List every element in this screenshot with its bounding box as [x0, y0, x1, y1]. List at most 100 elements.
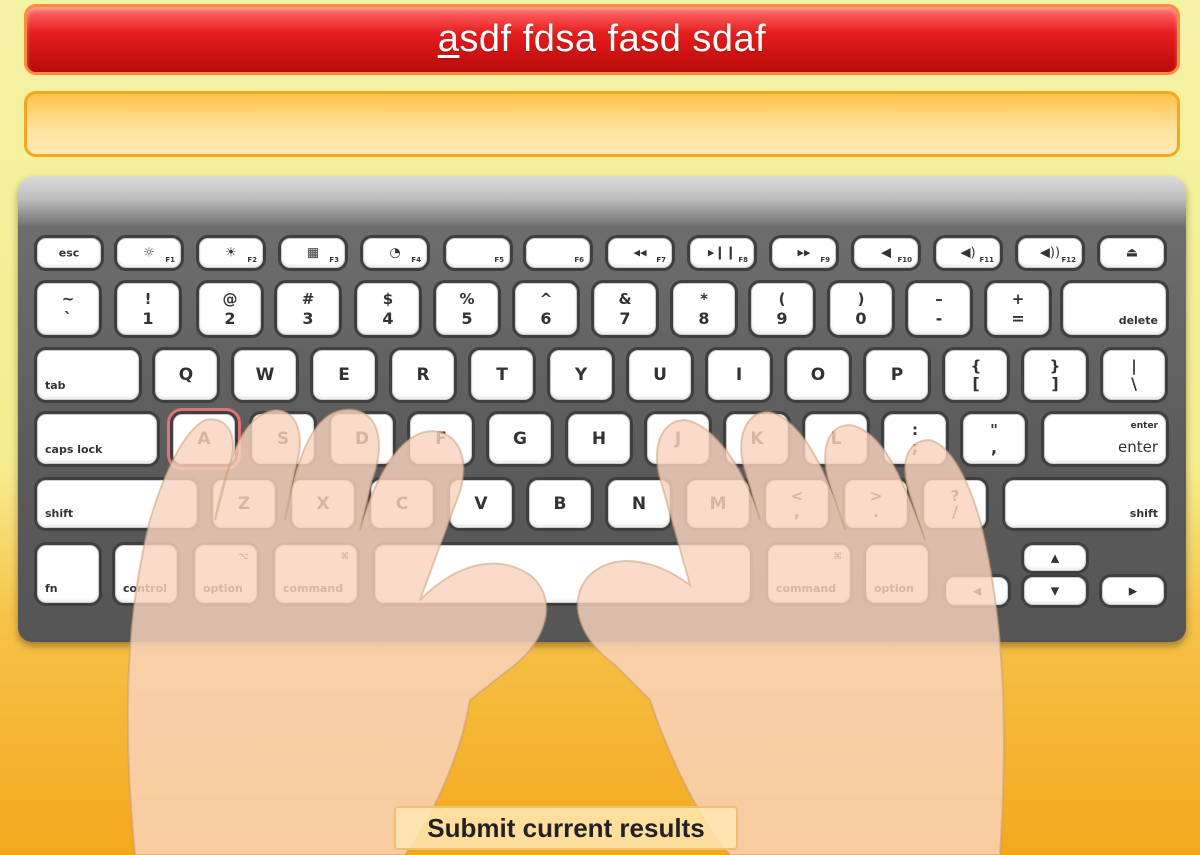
- key-b[interactable]: B: [529, 480, 591, 528]
- key-y[interactable]: Y: [550, 350, 612, 400]
- arrow-icon: ▲: [1050, 551, 1060, 565]
- key-symbol[interactable]: ! 1: [117, 283, 179, 335]
- key-symbol[interactable]: :;: [884, 414, 946, 464]
- key-▶[interactable]: ▶: [1102, 577, 1164, 605]
- key-symbol[interactable]: – -: [908, 283, 970, 335]
- key-f2[interactable]: ☀ F2: [199, 238, 263, 268]
- key-f5[interactable]: F5: [446, 238, 510, 268]
- key-label: 7: [619, 309, 631, 328]
- key-▲[interactable]: ▲: [1024, 545, 1086, 571]
- key-n[interactable]: N: [608, 480, 670, 528]
- key-label: 6: [540, 309, 552, 328]
- key-x[interactable]: X: [292, 480, 354, 528]
- key-label: [: [972, 374, 980, 393]
- key-u[interactable]: U: [629, 350, 691, 400]
- key-control[interactable]: control: [115, 545, 177, 603]
- key-symbol[interactable]: <,: [766, 480, 828, 528]
- key-symbol[interactable]: % 5: [436, 283, 498, 335]
- key-f12[interactable]: ◀)) F12: [1018, 238, 1082, 268]
- key-▼[interactable]: ▼: [1024, 577, 1086, 605]
- key-symbol[interactable]: >.: [845, 480, 907, 528]
- key-label: ]: [1051, 374, 1059, 393]
- key-a[interactable]: A: [173, 414, 235, 464]
- key-command[interactable]: ⌘ command: [275, 545, 357, 603]
- key-label: .: [872, 502, 880, 521]
- key-symbol[interactable]: & 7: [594, 283, 656, 335]
- fn-number-label: F12: [1061, 256, 1076, 264]
- key-c[interactable]: C: [371, 480, 433, 528]
- key-label: S: [276, 429, 290, 449]
- key-h[interactable]: H: [568, 414, 630, 464]
- key-o[interactable]: O: [787, 350, 849, 400]
- key-t[interactable]: T: [471, 350, 533, 400]
- key-delete[interactable]: delete: [1063, 283, 1166, 335]
- key-enter[interactable]: enter enter: [1044, 414, 1166, 464]
- key-f4[interactable]: ◔ F4: [363, 238, 427, 268]
- key-symbol[interactable]: #3: [277, 283, 339, 335]
- key-symbol[interactable]: * 8: [673, 283, 735, 335]
- key-label: fn: [45, 582, 58, 595]
- space-bar[interactable]: [375, 545, 750, 603]
- key-shift-label: $: [382, 290, 394, 308]
- key-l[interactable]: L: [805, 414, 867, 464]
- key-symbol[interactable]: {[: [945, 350, 1007, 400]
- key-q[interactable]: Q: [155, 350, 217, 400]
- key-symbol[interactable]: ~ `: [37, 283, 99, 335]
- key-symbol[interactable]: (9: [751, 283, 813, 335]
- key-tab[interactable]: tab: [37, 350, 139, 400]
- key-esc[interactable]: esc: [37, 238, 101, 268]
- key-symbol[interactable]: ? /: [924, 480, 986, 528]
- key-w[interactable]: W: [234, 350, 296, 400]
- key-symbol[interactable]: @2: [199, 283, 261, 335]
- key-shift[interactable]: shift: [1005, 480, 1166, 528]
- key-p[interactable]: P: [866, 350, 928, 400]
- key-v[interactable]: V: [450, 480, 512, 528]
- key-option[interactable]: ⌥ option: [195, 545, 257, 603]
- key-e[interactable]: E: [313, 350, 375, 400]
- key-m[interactable]: M: [687, 480, 749, 528]
- key-shift[interactable]: shift: [37, 480, 197, 528]
- key-label: D: [354, 429, 370, 449]
- key-r[interactable]: R: [392, 350, 454, 400]
- key-j[interactable]: J: [647, 414, 709, 464]
- key-label: P: [890, 365, 904, 385]
- key-f8[interactable]: ▸❙❙ F8: [690, 238, 754, 268]
- fn-number-label: F5: [494, 256, 504, 264]
- key-◀[interactable]: ◀: [946, 577, 1008, 605]
- key-label: `: [64, 309, 72, 328]
- modifier-glyph-icon: ⌘: [340, 552, 349, 562]
- key-symbol[interactable]: | \: [1103, 350, 1165, 400]
- key-f[interactable]: F: [410, 414, 472, 464]
- typing-input-field[interactable]: [24, 91, 1180, 157]
- submit-results-button[interactable]: Submit current results: [394, 806, 738, 850]
- key-f6[interactable]: F6: [526, 238, 590, 268]
- key-f3[interactable]: ▦ F3: [281, 238, 345, 268]
- key-symbol[interactable]: + =: [987, 283, 1049, 335]
- key-f1[interactable]: ☼ F1: [117, 238, 181, 268]
- key-label: B: [553, 494, 567, 514]
- key-option[interactable]: option: [866, 545, 928, 603]
- fn-number-label: F2: [247, 256, 257, 264]
- key-symbol[interactable]: ",: [963, 414, 1025, 464]
- key-shift-label: ^: [539, 290, 553, 308]
- key-i[interactable]: I: [708, 350, 770, 400]
- key-label: tab: [45, 379, 66, 392]
- key-f10[interactable]: ◀ F10: [854, 238, 918, 268]
- key-f11[interactable]: ◀) F11: [936, 238, 1000, 268]
- key-label: =: [1011, 309, 1025, 328]
- key-f7[interactable]: ◂◂ F7: [608, 238, 672, 268]
- key-z[interactable]: Z: [213, 480, 275, 528]
- key-command[interactable]: ⌘ command: [768, 545, 850, 603]
- key-symbol[interactable]: }]: [1024, 350, 1086, 400]
- key-d[interactable]: D: [331, 414, 393, 464]
- key-eject[interactable]: ⏏: [1100, 238, 1164, 268]
- key-symbol[interactable]: $4: [357, 283, 419, 335]
- key-s[interactable]: S: [252, 414, 314, 464]
- key-g[interactable]: G: [489, 414, 551, 464]
- key-k[interactable]: K: [726, 414, 788, 464]
- key-symbol[interactable]: ^ 6: [515, 283, 577, 335]
- key-fn[interactable]: fn: [37, 545, 99, 603]
- key-symbol[interactable]: ) 0: [830, 283, 892, 335]
- key-f9[interactable]: ▸▸ F9: [772, 238, 836, 268]
- key-caps-lock[interactable]: caps lock: [37, 414, 157, 464]
